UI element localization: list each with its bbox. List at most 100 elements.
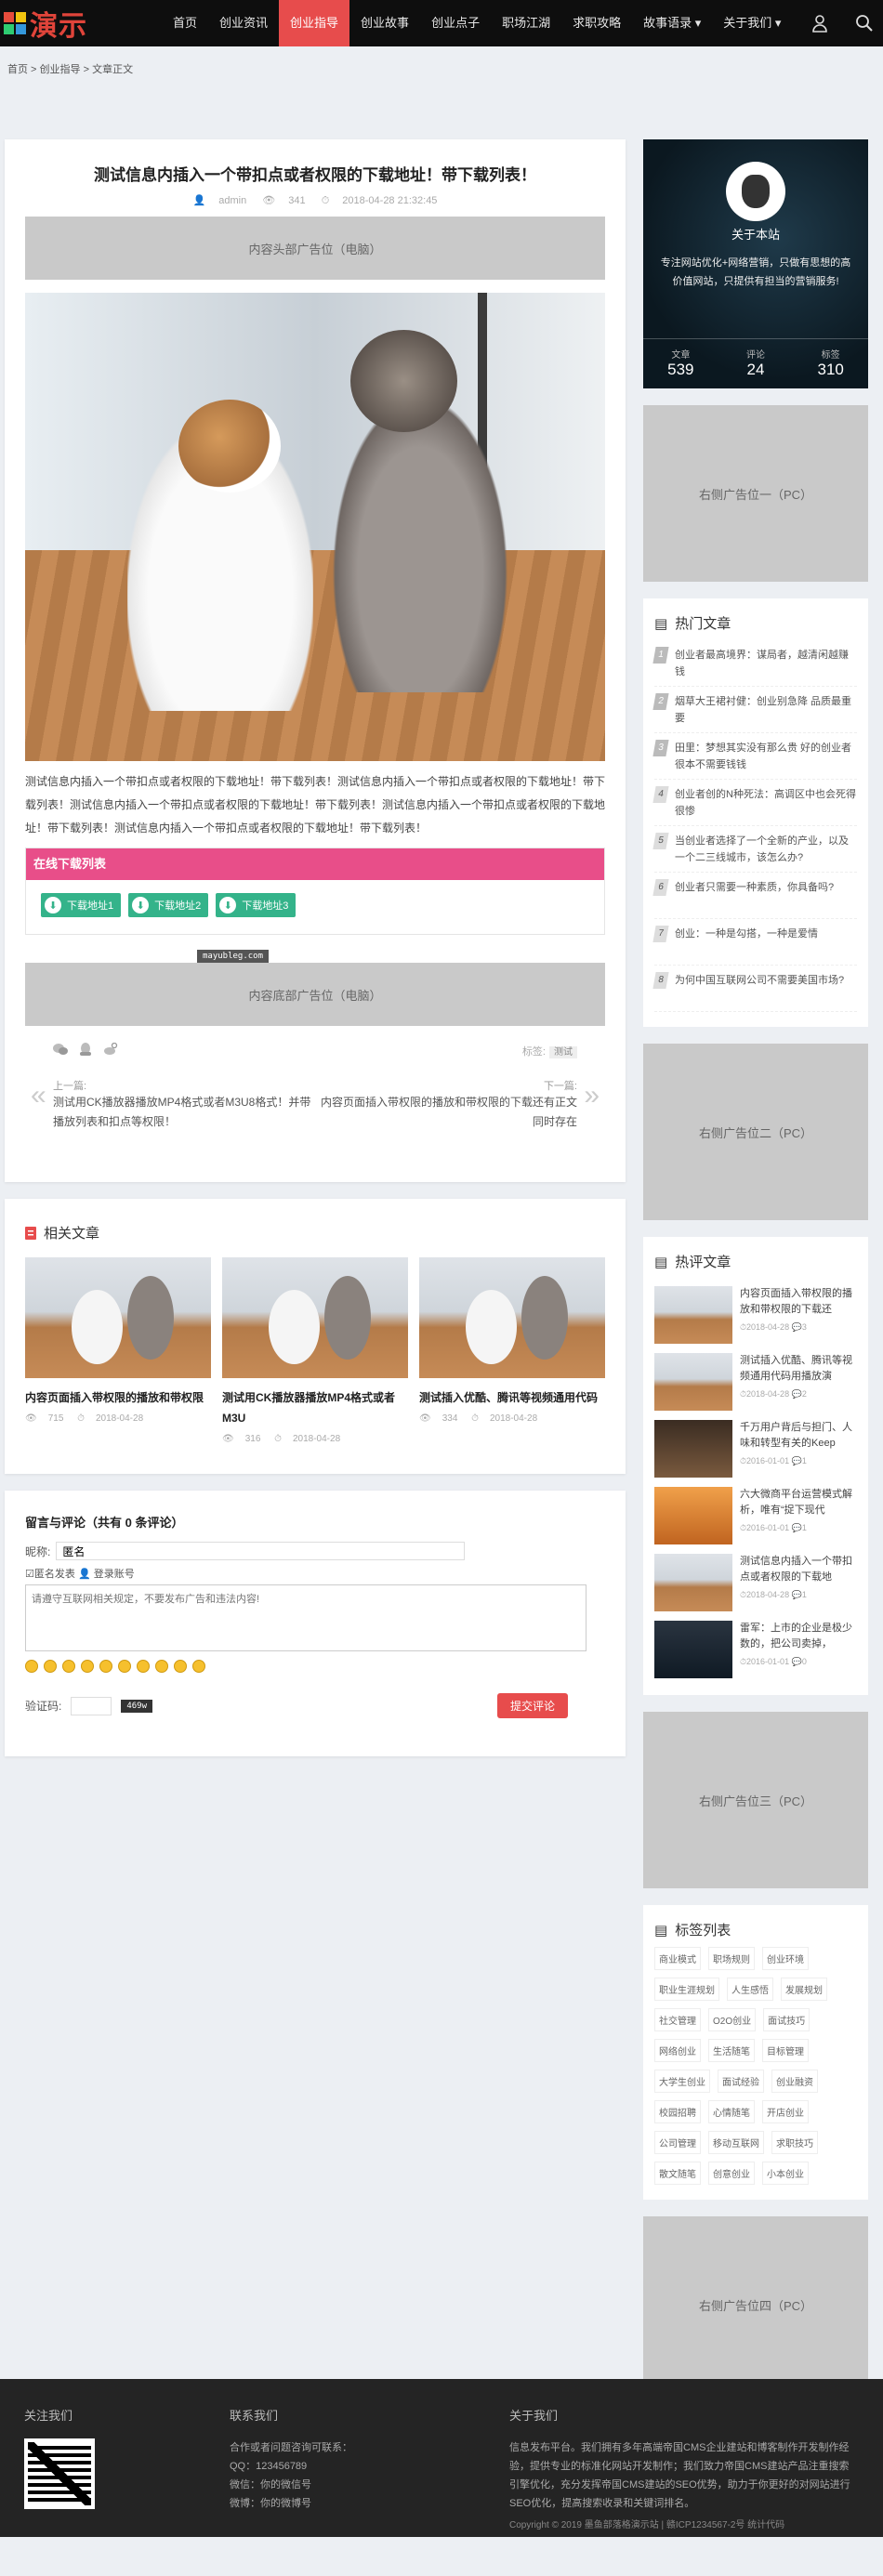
hot-comment-item[interactable]: 测试信息内插入一个带扣点或者权限的下载地 ⏱2018-04-28 💬1	[654, 1546, 857, 1613]
hot-article-item[interactable]: 1 创业者最高境界：谋局者，越清闲越赚钱	[652, 640, 857, 687]
tag-link[interactable]: 人生感悟	[727, 1978, 773, 2001]
sidebar-ad-4[interactable]: 右侧广告位四（PC）	[643, 2216, 868, 2393]
hot-comment-title: 测试信息内插入一个带扣点或者权限的下载地	[740, 1556, 852, 1583]
tag-link[interactable]: 创意创业	[708, 2162, 755, 2185]
submit-comment-button[interactable]: 提交评论	[496, 1693, 568, 1718]
tag-link[interactable]: 网络创业	[654, 2039, 701, 2062]
emoji-icon[interactable]	[174, 1660, 187, 1673]
emoji-icon[interactable]	[192, 1660, 205, 1673]
emoji-icon[interactable]	[62, 1660, 75, 1673]
nav-item-about[interactable]: 关于我们 ▾	[712, 0, 792, 46]
rank-number: 2	[652, 693, 669, 710]
tag-link[interactable]: 面试技巧	[763, 2008, 811, 2031]
tag-link[interactable]: 散文随笔	[654, 2162, 701, 2185]
comment-textarea[interactable]	[25, 1584, 586, 1651]
tag-link[interactable]: 发展规划	[781, 1978, 827, 2001]
ad-header[interactable]: 内容头部广告位（电脑）	[25, 217, 605, 280]
hot-comment-meta: ⏱2016-01-01 💬0	[740, 1657, 807, 1666]
nav-item-ideas[interactable]: 创业点子	[420, 0, 491, 46]
document-icon: ▤	[654, 1254, 668, 1270]
related-item[interactable]: 内容页面插入带权限的播放和带权限 👁 715 ⏱ 2018-04-28	[25, 1257, 211, 1444]
tag-link[interactable]: O2O创业	[708, 2008, 757, 2031]
search-icon[interactable]	[855, 14, 874, 33]
emoji-icon[interactable]	[99, 1660, 112, 1673]
hot-article-item[interactable]: 2 烟草大王裙衬健：创业别急降 品质最重要	[652, 687, 857, 733]
related-item[interactable]: 测试插入优酷、腾讯等视频通用代码 👁 334 ⏱ 2018-04-28	[419, 1257, 605, 1444]
nav-item-guide[interactable]: 创业指导	[279, 0, 350, 46]
hot-article-item[interactable]: 6 创业者只需要一种素质，你具备吗?	[652, 873, 857, 919]
breadcrumb: 首页 > 创业指导 > 文章正文	[0, 46, 883, 84]
prev-article-link[interactable]: « 上一篇: 测试用CK播放器播放MP4格式或者M3U8格式！并带播放列表和扣点…	[31, 1080, 315, 1132]
ad-footer[interactable]: 内容底部广告位（电脑）	[25, 963, 605, 1026]
hot-comment-item[interactable]: 六大微商平台运营模式解析，唯有“捉下现代 ⏱2016-01-01 💬1	[654, 1479, 857, 1546]
hot-article-item[interactable]: 3 田里：梦想其实没有那么贵 好的创业者很本不需要钱钱	[652, 733, 857, 780]
hot-article-item[interactable]: 4 创业者创的N种死法：高调区中也会死得很惨	[652, 780, 857, 826]
tag-link[interactable]: 生活随笔	[708, 2039, 755, 2062]
related-item[interactable]: 测试用CK播放器播放MP4格式或者M3U 👁 316 ⏱ 2018-04-28	[222, 1257, 408, 1444]
sidebar-ad-3[interactable]: 右侧广告位三（PC）	[643, 1712, 868, 1888]
tag-link[interactable]: 大学生创业	[654, 2070, 710, 2093]
weibo-icon[interactable]	[103, 1042, 118, 1059]
nickname-input[interactable]	[56, 1542, 466, 1560]
tag-link[interactable]: 职业生涯规划	[654, 1978, 719, 2001]
site-header: 演示 首页 创业资讯 创业指导 创业故事 创业点子 职场江湖 求职攻略 故事语录…	[0, 0, 883, 46]
tag-link[interactable]: 开店创业	[762, 2100, 809, 2123]
download-button-3[interactable]: ⬇ 下载地址3	[216, 893, 297, 917]
hot-comment-title: 六大微商平台运营模式解析，唯有“捉下现代	[740, 1489, 852, 1516]
clock-icon: ⏱	[77, 1413, 85, 1424]
emoji-icon[interactable]	[44, 1660, 57, 1673]
hot-article-item[interactable]: 7 创业：一种是勾搭，一种是爱情	[652, 919, 857, 966]
emoji-icon[interactable]	[81, 1660, 94, 1673]
tag-link[interactable]: 商业模式	[654, 1947, 701, 1970]
hot-comment-thumbnail	[654, 1621, 732, 1678]
nav-item-quotes[interactable]: 故事语录 ▾	[632, 0, 712, 46]
article-tag[interactable]: 测试	[549, 1046, 577, 1058]
tag-link[interactable]: 小本创业	[762, 2162, 809, 2185]
nav-item-stories[interactable]: 创业故事	[349, 0, 420, 46]
captcha-input[interactable]	[71, 1696, 112, 1715]
nickname-label: 昵称:	[25, 1544, 51, 1558]
tag-link[interactable]: 公司管理	[654, 2131, 701, 2154]
wechat-icon[interactable]	[53, 1043, 68, 1059]
emoji-icon[interactable]	[25, 1660, 38, 1673]
breadcrumb-home[interactable]: 首页 >	[7, 64, 36, 75]
hot-comment-item[interactable]: 千万用户背后与担门、人味和转型有关的Keep ⏱2016-01-01 💬1	[654, 1413, 857, 1479]
nav-item-workplace[interactable]: 职场江湖	[491, 0, 561, 46]
hot-comment-item[interactable]: 内容页面插入带权限的播放和带权限的下载还 ⏱2018-04-28 💬3	[654, 1279, 857, 1346]
hot-comment-item[interactable]: 测试插入优酷、腾讯等视频通用代码用播放演 ⏱2018-04-28 💬2	[654, 1346, 857, 1413]
anonymous-checkbox[interactable]: ☑匿名发表	[25, 1569, 75, 1580]
tag-link[interactable]: 职场规则	[708, 1947, 755, 1970]
download-button-2[interactable]: ⬇ 下载地址2	[128, 893, 209, 917]
tag-link[interactable]: 移动互联网	[708, 2131, 764, 2154]
nav-item-news[interactable]: 创业资讯	[208, 0, 279, 46]
tag-link[interactable]: 社交管理	[654, 2008, 701, 2031]
tag-link[interactable]: 目标管理	[762, 2039, 809, 2062]
next-article-link[interactable]: » 下一篇: 内容页面插入带权限的播放和带权限的下载还有正文同时存在	[315, 1080, 600, 1132]
qq-icon[interactable]	[79, 1043, 92, 1059]
sidebar-ad-1[interactable]: 右侧广告位一（PC）	[643, 405, 868, 582]
hot-article-item[interactable]: 5 当创业者选择了一个全新的产业，以及一个二三线城市，该怎么办?	[652, 826, 857, 873]
user-icon[interactable]	[811, 14, 829, 33]
download-button-1[interactable]: ⬇ 下载地址1	[41, 893, 122, 917]
site-logo[interactable]: 演示	[4, 3, 162, 44]
tag-link[interactable]: 面试经验	[718, 2070, 764, 2093]
nav-item-jobs[interactable]: 求职攻略	[561, 0, 632, 46]
article: 测试信息内插入一个带扣点或者权限的下载地址！带下载列表！ 👤 admin 👁 341…	[5, 139, 626, 1182]
breadcrumb-category[interactable]: 创业指导 >	[40, 64, 89, 75]
emoji-icon[interactable]	[137, 1660, 150, 1673]
nav-item-home[interactable]: 首页	[162, 0, 208, 46]
hot-comment-item[interactable]: 雷军：上市的企业是极少数的，把公司卖掉， ⏱2016-01-01 💬0	[654, 1613, 857, 1680]
emoji-icon[interactable]	[155, 1660, 168, 1673]
login-link[interactable]: 登录账号	[94, 1569, 135, 1580]
footer-contact: 联系我们 合作或者问题咨询可联系： QQ：123456789 微信：你的微信号 …	[230, 2409, 352, 2509]
tag-link[interactable]: 心情随笔	[708, 2100, 755, 2123]
tag-link[interactable]: 创业融资	[771, 2070, 818, 2093]
hot-article-item[interactable]: 8 为何中国互联网公司不需要美国市场?	[652, 966, 857, 1012]
tag-link[interactable]: 求职技巧	[771, 2131, 818, 2154]
sidebar-ad-2[interactable]: 右侧广告位二（PC）	[643, 1044, 868, 1220]
emoji-icon[interactable]	[118, 1660, 131, 1673]
tag-link[interactable]: 校园招聘	[654, 2100, 701, 2123]
comment-icon: 💬	[791, 1456, 802, 1465]
tag-link[interactable]: 创业环境	[762, 1947, 809, 1970]
captcha-image[interactable]: 469w	[121, 1699, 153, 1713]
